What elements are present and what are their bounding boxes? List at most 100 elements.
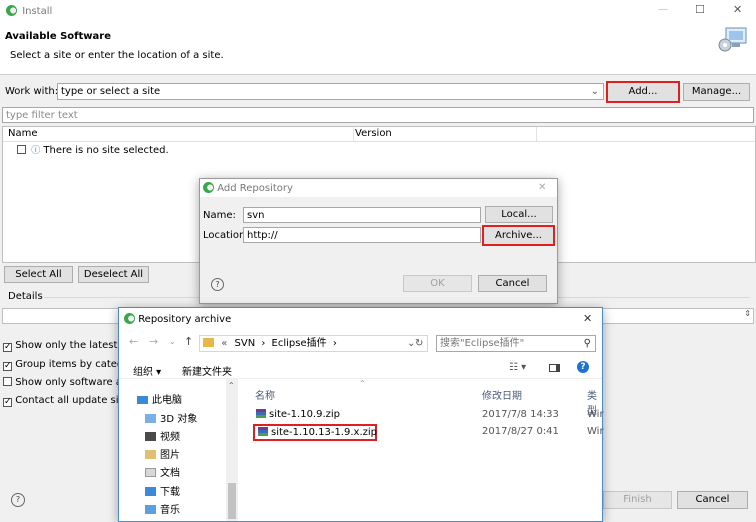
row-checkbox[interactable]: [17, 145, 26, 154]
tree-item-downloads[interactable]: 下载: [145, 483, 180, 498]
scroll-thumb[interactable]: [228, 483, 236, 519]
column-version[interactable]: Version: [355, 128, 392, 139]
add-button[interactable]: Add...: [606, 81, 680, 103]
tree-item-this-pc[interactable]: 此电脑: [137, 391, 182, 406]
maximize-button[interactable]: ☐: [695, 3, 705, 16]
search-input[interactable]: 搜索"Eclipse插件" ⚲: [436, 335, 596, 352]
help-icon[interactable]: ?: [11, 493, 25, 507]
option-checkbox[interactable]: [3, 377, 12, 386]
close-icon[interactable]: ✕: [583, 312, 592, 325]
breadcrumb-part[interactable]: Eclipse插件: [272, 338, 327, 349]
add-repository-dialog: Add Repository ✕ Name: svn Local... Loca…: [199, 178, 558, 304]
nav-pane: 此电脑 3D 对象 视频 图片 文档 下载 音乐: [119, 379, 239, 521]
refresh-icon[interactable]: ↻: [415, 336, 423, 351]
archive-button[interactable]: Archive...: [482, 225, 555, 246]
column-divider: [353, 127, 354, 141]
tree-item-music[interactable]: 音乐: [145, 501, 180, 516]
nav-scrollbar[interactable]: ⌃: [226, 379, 238, 521]
option-label: Show only software app: [15, 377, 135, 388]
close-button[interactable]: ✕: [733, 3, 742, 16]
select-all-button[interactable]: Select All: [4, 266, 73, 283]
option-contact[interactable]: Contact all update sites: [3, 395, 134, 407]
location-label: Location:: [203, 230, 249, 241]
history-chevron-icon[interactable]: ⌄: [169, 337, 176, 346]
breadcrumb-prefix: «: [221, 338, 228, 349]
location-field[interactable]: http://: [243, 227, 481, 243]
dialog-title: Repository archive: [138, 314, 232, 325]
file-date: 2017/8/27 0:41: [482, 426, 559, 437]
option-latest[interactable]: Show only the latest ve: [3, 340, 133, 352]
manage-button[interactable]: Manage...: [683, 83, 750, 101]
help-icon[interactable]: ?: [577, 361, 589, 373]
option-label: Contact all update sites: [15, 395, 134, 406]
chevron-down-icon[interactable]: ⌄: [591, 84, 599, 99]
breadcrumb-separator: ›: [332, 338, 337, 349]
option-checkbox[interactable]: [3, 343, 12, 352]
section-subtitle: Select a site or enter the location of a…: [10, 50, 224, 61]
winrar-archive-icon: [258, 427, 268, 436]
breadcrumb[interactable]: « SVN › Eclipse插件 › ⌄ ↻: [199, 335, 428, 352]
tree-item-pictures[interactable]: 图片: [145, 446, 180, 461]
organize-button[interactable]: 组织 ▾: [133, 363, 161, 378]
eclipse-logo-icon: [6, 5, 17, 16]
file-row-selected[interactable]: site-1.10.13-1.9.x.zip: [253, 424, 377, 441]
name-field[interactable]: svn: [243, 207, 481, 223]
archive-title: Repository archive: [124, 313, 231, 325]
section-title: Available Software: [5, 31, 112, 42]
install-header: [0, 0, 756, 75]
file-type: Wir: [587, 409, 604, 420]
preview-pane-icon[interactable]: [549, 364, 560, 372]
up-icon[interactable]: ↑: [184, 335, 193, 348]
tree-label: 下载: [160, 487, 180, 498]
back-icon[interactable]: ←: [129, 335, 138, 348]
local-button[interactable]: Local...: [485, 206, 553, 223]
file-list: 名称 ⌃ 修改日期 类型 site-1.10.9.zip 2017/7/8 14…: [240, 379, 604, 521]
new-folder-button[interactable]: 新建文件夹: [182, 363, 232, 378]
file-type: Wir: [587, 426, 604, 437]
downloads-folder-icon: [145, 487, 156, 496]
video-folder-icon: [145, 432, 156, 441]
minimize-button[interactable]: —: [658, 4, 668, 15]
column-name[interactable]: Name: [8, 128, 38, 139]
file-date: 2017/7/8 14:33: [482, 409, 559, 420]
title-bar: Install: [6, 5, 52, 19]
help-icon[interactable]: ?: [211, 278, 224, 291]
tree-item-documents[interactable]: 文档: [145, 464, 180, 479]
tree-label: 此电脑: [152, 395, 182, 406]
tree-item-videos[interactable]: 视频: [145, 428, 180, 443]
name-label: Name:: [203, 210, 236, 221]
column-header-date[interactable]: 修改日期: [482, 387, 522, 402]
breadcrumb-part[interactable]: SVN: [235, 338, 256, 349]
tree-label: 3D 对象: [160, 414, 198, 425]
details-label: Details: [8, 291, 43, 302]
file-row[interactable]: site-1.10.9.zip: [256, 409, 340, 420]
option-applicable[interactable]: Show only software app: [3, 377, 135, 388]
cancel-button[interactable]: Cancel: [677, 491, 748, 509]
scroll-up-icon[interactable]: ⌃: [228, 381, 235, 390]
computer-icon: [137, 396, 148, 404]
work-with-combo[interactable]: type or select a site ⌄: [57, 83, 604, 100]
option-checkbox[interactable]: [3, 398, 12, 407]
add-repository-title: Add Repository: [203, 182, 293, 194]
view-options-icon[interactable]: ☷ ▾: [509, 362, 526, 373]
deselect-all-button[interactable]: Deselect All: [78, 266, 149, 283]
table-row[interactable]: ⓘ There is no site selected.: [17, 143, 169, 156]
option-checkbox[interactable]: [3, 362, 12, 371]
search-placeholder: 搜索"Eclipse插件": [440, 338, 525, 349]
filter-input[interactable]: type filter text: [2, 107, 754, 123]
ok-button[interactable]: OK: [403, 275, 472, 292]
close-icon[interactable]: ✕: [538, 182, 546, 193]
install-wizard-icon: [718, 27, 748, 53]
tree-item-3d-objects[interactable]: 3D 对象: [145, 410, 197, 425]
option-group[interactable]: Group items by catego: [3, 359, 129, 371]
cancel-button[interactable]: Cancel: [478, 275, 547, 292]
sort-chevron-icon: ⌃: [359, 379, 366, 388]
finish-button[interactable]: Finish: [603, 491, 672, 509]
scroll-arrows-icon[interactable]: ⇕: [744, 309, 751, 318]
forward-icon[interactable]: →: [149, 335, 158, 348]
info-icon: ⓘ: [31, 146, 41, 156]
eclipse-logo-icon: [203, 182, 214, 193]
column-header-name[interactable]: 名称: [255, 387, 275, 402]
search-icon[interactable]: ⚲: [584, 336, 591, 351]
3d-objects-icon: [145, 414, 156, 423]
